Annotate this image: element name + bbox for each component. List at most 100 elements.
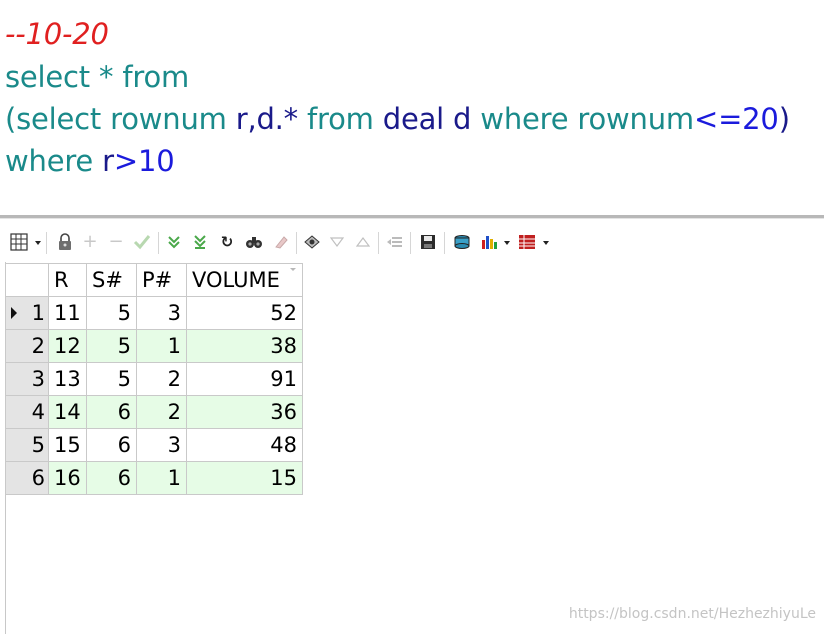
chevron-down-icon[interactable]	[35, 241, 41, 245]
cell-p[interactable]: 2	[136, 395, 187, 429]
add-record-icon[interactable]: +	[80, 232, 100, 252]
clear-icon[interactable]	[271, 232, 291, 252]
sql-star: *	[99, 60, 114, 94]
cell-r[interactable]: 15	[48, 428, 87, 462]
column-header-p[interactable]: P#	[136, 263, 187, 297]
cell-s[interactable]: 5	[86, 362, 137, 396]
save-icon[interactable]	[418, 232, 438, 252]
sql-num-10: 10	[137, 144, 175, 178]
grid-toolbar: + − ↻	[0, 226, 824, 260]
row-header[interactable]: 1	[5, 296, 49, 330]
cell-s[interactable]: 5	[86, 329, 137, 363]
cell-p[interactable]: 3	[136, 296, 187, 330]
sql-line-select: select * from	[5, 57, 189, 97]
table-row[interactable]: 2 12 5 1 38	[5, 329, 303, 363]
kw-select: select	[5, 60, 90, 94]
cell-volume[interactable]: 15	[186, 461, 303, 495]
refresh-icon[interactable]: ↻	[217, 232, 237, 252]
sql-alias-list: r,d.*	[235, 102, 298, 136]
kw-rownum: rownum	[110, 102, 227, 136]
table-row[interactable]: 5 15 6 3 48	[5, 428, 303, 462]
table-row[interactable]: 6 16 6 1 15	[5, 461, 303, 495]
result-grid: R S# P# VOLUME 1 11 5 3 52 2 12 5 1 38 3…	[5, 263, 303, 495]
toolbar-divider	[46, 232, 47, 254]
cell-r[interactable]: 11	[48, 296, 87, 330]
export-icon[interactable]	[385, 232, 405, 252]
cell-p[interactable]: 2	[136, 362, 187, 396]
column-header-r[interactable]: R	[48, 263, 87, 297]
sql-comment: --10-20	[5, 17, 109, 51]
filter-icon[interactable]	[327, 232, 347, 252]
toolbar-divider	[444, 232, 445, 254]
find-icon[interactable]	[244, 232, 264, 252]
grid-view-icon[interactable]	[517, 232, 537, 252]
row-header[interactable]: 3	[5, 362, 49, 396]
kw-from: from	[122, 60, 190, 94]
cell-p[interactable]: 3	[136, 428, 187, 462]
fetch-last-icon[interactable]	[190, 232, 210, 252]
chevron-down-icon[interactable]	[504, 241, 510, 245]
cell-p[interactable]: 1	[136, 461, 187, 495]
sql-rparen: )	[778, 102, 790, 136]
column-grip-icon	[290, 268, 296, 271]
column-header-label: R	[54, 268, 69, 292]
row-header[interactable]: 4	[5, 395, 49, 429]
grid-header-row: R S# P# VOLUME	[5, 263, 303, 297]
cell-r[interactable]: 13	[48, 362, 87, 396]
fetch-next-icon[interactable]	[164, 232, 184, 252]
kw-where: where	[5, 144, 94, 178]
table-row[interactable]: 4 14 6 2 36	[5, 395, 303, 429]
grid-menu-icon[interactable]	[9, 232, 29, 252]
toolbar-divider	[410, 232, 411, 254]
current-row-pointer-icon	[11, 307, 17, 319]
column-header-label: P#	[142, 268, 173, 292]
print-icon[interactable]	[452, 232, 472, 252]
cell-s[interactable]: 6	[86, 395, 137, 429]
sql-ident-r: r	[102, 144, 114, 178]
cell-r[interactable]: 16	[48, 461, 87, 495]
cell-s[interactable]: 6	[86, 461, 137, 495]
chart-icon[interactable]	[479, 232, 499, 252]
column-header-label: S#	[92, 268, 123, 292]
column-header-volume[interactable]: VOLUME	[186, 263, 303, 297]
cell-p[interactable]: 1	[136, 329, 187, 363]
cell-r[interactable]: 12	[48, 329, 87, 363]
kw-from-sub: from	[307, 102, 374, 136]
cell-volume[interactable]: 52	[186, 296, 303, 330]
kw-select-sub: select	[16, 102, 102, 136]
grid-corner[interactable]	[5, 263, 49, 297]
cell-volume[interactable]: 38	[186, 329, 303, 363]
sql-line-subquery: (select rownum r,d.* from deal d where r…	[5, 99, 790, 139]
row-header[interactable]: 5	[5, 428, 49, 462]
sql-editor[interactable]: --10-20 select * from (select rownum r,d…	[0, 0, 824, 216]
toolbar-divider	[378, 232, 379, 254]
toolbar-divider	[158, 232, 159, 254]
lock-icon[interactable]	[55, 232, 75, 252]
row-header[interactable]: 2	[5, 329, 49, 363]
cell-s[interactable]: 5	[86, 296, 137, 330]
sql-op-gt: >	[113, 144, 138, 178]
table-row[interactable]: 3 13 5 2 91	[5, 362, 303, 396]
delete-record-icon[interactable]: −	[106, 232, 126, 252]
row-header[interactable]: 6	[5, 461, 49, 495]
cell-s[interactable]: 6	[86, 428, 137, 462]
query-by-example-icon[interactable]	[302, 232, 322, 252]
column-header-label: VOLUME	[192, 268, 280, 292]
sql-op-le: <=	[693, 102, 743, 136]
cell-r[interactable]: 14	[48, 395, 87, 429]
watermark-text: https://blog.csdn.net/HezhezhiyuLe	[568, 606, 816, 622]
cell-volume[interactable]: 36	[186, 395, 303, 429]
cell-volume[interactable]: 91	[186, 362, 303, 396]
sql-num-20: 20	[742, 102, 779, 136]
table-row[interactable]: 1 11 5 3 52	[5, 296, 303, 330]
editor-grid-splitter[interactable]	[0, 215, 824, 219]
sort-icon[interactable]	[353, 232, 373, 252]
sql-line-where: where r>10	[5, 141, 175, 181]
kw-rownum-cond: rownum	[577, 102, 694, 136]
post-changes-icon[interactable]	[132, 232, 152, 252]
cell-volume[interactable]: 48	[186, 428, 303, 462]
column-header-s[interactable]: S#	[86, 263, 137, 297]
sql-table-deal: deal d	[382, 102, 472, 136]
sql-lparen: (	[5, 102, 17, 136]
chevron-down-icon[interactable]	[543, 241, 549, 245]
